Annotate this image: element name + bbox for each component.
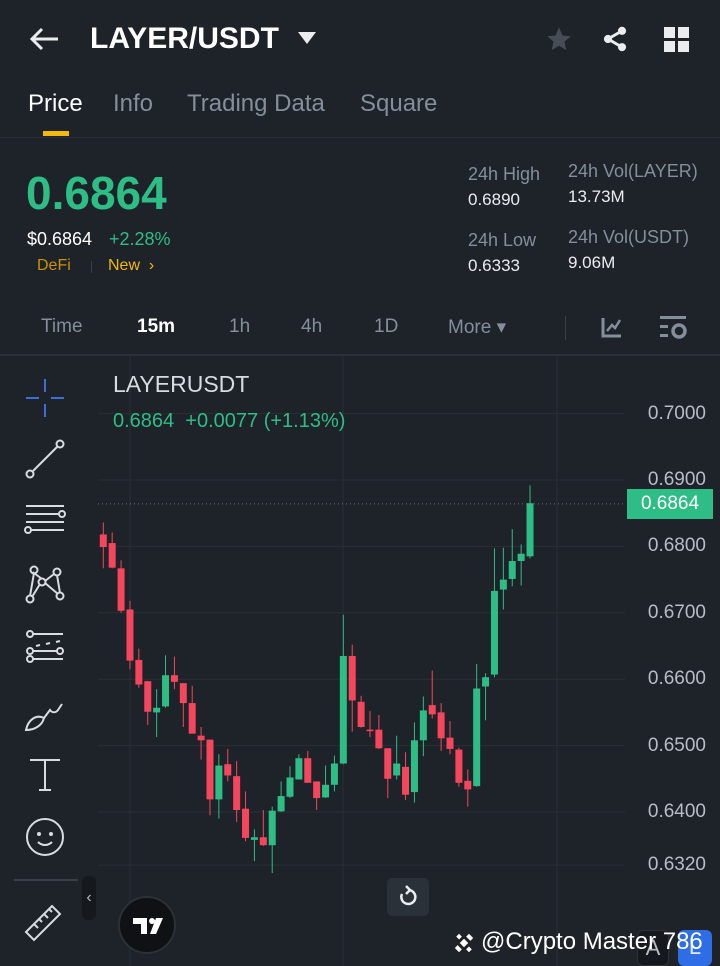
candle-body xyxy=(464,780,472,790)
legend-last: 0.6864 xyxy=(113,410,175,432)
reset-chart-button[interactable] xyxy=(387,878,429,916)
candle-body xyxy=(144,681,152,712)
candle-body xyxy=(517,553,525,562)
candle-body xyxy=(135,659,143,685)
candle-body xyxy=(117,568,125,611)
candle-body xyxy=(437,712,445,739)
candle-body xyxy=(473,688,481,787)
y-axis-tick: 0.6600 xyxy=(647,668,706,690)
current-price-label: 0.6864 xyxy=(627,489,713,519)
candle-body xyxy=(108,543,116,568)
candle-body xyxy=(268,810,276,846)
candle-body xyxy=(233,776,241,811)
tradingview-logo[interactable] xyxy=(118,896,176,954)
horizontal-lines-icon[interactable] xyxy=(22,500,68,546)
binance-logo-icon xyxy=(454,933,474,953)
candle-body xyxy=(375,729,383,749)
candle-body xyxy=(153,707,161,713)
candle-body xyxy=(499,579,507,590)
ruler-icon[interactable] xyxy=(22,898,68,944)
candle-body xyxy=(224,764,232,776)
candle-body xyxy=(99,534,107,548)
candle-body xyxy=(188,703,196,734)
candle-body xyxy=(366,729,374,732)
y-axis-tick: 0.6700 xyxy=(647,601,706,623)
fib-retracement-icon[interactable] xyxy=(22,626,68,672)
chart-symbol: LAYERUSDT xyxy=(113,371,250,397)
candle-body xyxy=(179,683,187,704)
candle-body xyxy=(419,710,427,741)
candle-body xyxy=(339,655,347,764)
y-axis-tick: 0.6800 xyxy=(647,535,706,557)
candle-body xyxy=(410,740,418,793)
candle-body xyxy=(277,796,285,812)
candle-body xyxy=(357,701,365,728)
candle-body xyxy=(250,837,258,840)
toolbar-divider xyxy=(14,879,78,881)
candle-body xyxy=(206,739,214,800)
candle-body xyxy=(162,675,170,707)
reset-icon xyxy=(400,885,417,906)
y-axis-tick: 0.6320 xyxy=(647,854,706,876)
candle-body xyxy=(508,561,516,579)
candle-body xyxy=(126,609,134,661)
candle-body xyxy=(313,781,321,799)
candle-body xyxy=(170,675,178,682)
candle-body xyxy=(393,763,401,776)
candle-body xyxy=(242,808,250,838)
tradingview-icon xyxy=(133,918,163,934)
candle-body xyxy=(286,777,294,797)
y-axis-tick: 0.6500 xyxy=(647,734,706,756)
candle-body xyxy=(455,749,463,783)
trend-line-icon[interactable] xyxy=(22,436,68,482)
candle-body xyxy=(215,765,223,800)
candle-body xyxy=(330,763,338,785)
candle-body xyxy=(384,748,392,779)
y-axis-tick: 0.6900 xyxy=(647,469,706,490)
candle-body xyxy=(348,655,356,701)
candle-body xyxy=(446,737,454,749)
candle-body xyxy=(526,503,534,557)
candle-body xyxy=(322,784,330,798)
y-axis-tick: 0.6400 xyxy=(647,801,706,822)
candle-body xyxy=(482,677,490,687)
candle-body xyxy=(197,735,205,741)
collapse-toolbar-button[interactable]: ‹ xyxy=(82,876,96,920)
brush-icon[interactable] xyxy=(22,690,68,736)
candle-body xyxy=(259,837,267,846)
candle-body xyxy=(295,758,303,780)
candle-body xyxy=(428,705,436,715)
legend-change: +0.0077 (+1.13%) xyxy=(185,410,346,432)
y-axis-tick: 0.7000 xyxy=(647,402,706,424)
candle-body xyxy=(304,758,312,783)
candlestick-chart[interactable] xyxy=(0,0,720,966)
emoji-icon[interactable] xyxy=(22,814,68,860)
pattern-icon[interactable] xyxy=(22,562,68,608)
watermark: @Crypto Master 786 xyxy=(481,928,703,955)
candle-body xyxy=(402,766,410,795)
chart-legend: 0.6864 +0.0077 (+1.13%) xyxy=(113,410,345,433)
text-icon[interactable] xyxy=(22,752,68,798)
crosshair-icon[interactable] xyxy=(22,375,68,421)
candle-body xyxy=(490,590,498,675)
